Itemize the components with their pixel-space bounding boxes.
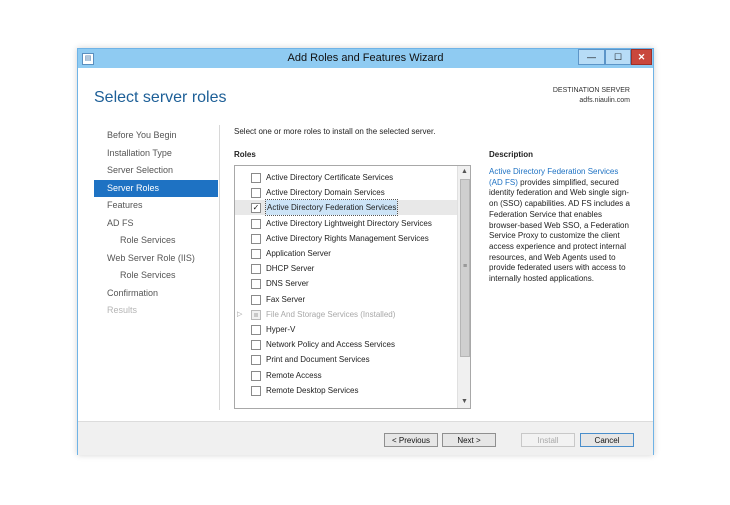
nav-item-before-you-begin[interactable]: Before You Begin xyxy=(94,127,218,145)
roles-list[interactable]: Active Directory Certificate Services Ac… xyxy=(234,165,471,409)
role-label: Remote Desktop Services xyxy=(266,385,359,395)
role-row[interactable]: Active Directory Rights Management Servi… xyxy=(235,231,457,246)
nav-item-features[interactable]: Features xyxy=(94,197,218,215)
role-checkbox[interactable] xyxy=(251,294,261,305)
footer-bar: < Previous Next > Install Cancel xyxy=(78,421,653,455)
scrollbar-thumb[interactable]: ≡ xyxy=(460,179,470,357)
role-row[interactable]: Active Directory Certificate Services xyxy=(235,170,457,185)
install-button: Install xyxy=(521,433,575,447)
nav-item-installation-type[interactable]: Installation Type xyxy=(94,145,218,163)
nav-divider xyxy=(219,125,220,410)
role-checkbox[interactable] xyxy=(251,385,261,396)
nav-item-iis-role-services[interactable]: Role Services xyxy=(94,267,218,285)
nav-item-server-selection[interactable]: Server Selection xyxy=(94,162,218,180)
role-row[interactable]: DHCP Server xyxy=(235,261,457,276)
role-checkbox-checked[interactable]: ✓ xyxy=(251,203,261,214)
role-checkbox[interactable] xyxy=(251,218,261,229)
role-label: Hyper-V xyxy=(266,325,296,334)
destination-server-label: DESTINATION SERVER xyxy=(552,87,630,94)
role-row[interactable]: Fax Server xyxy=(235,292,457,307)
role-row[interactable]: Application Server xyxy=(235,246,457,261)
cancel-button[interactable]: Cancel xyxy=(580,433,634,447)
role-checkbox[interactable] xyxy=(251,340,261,351)
nav-item-web-server-role[interactable]: Web Server Role (IIS) xyxy=(94,250,218,268)
role-label: Application Server xyxy=(266,249,331,258)
nav-item-results: Results xyxy=(107,305,138,315)
role-checkbox[interactable] xyxy=(251,370,261,381)
wizard-nav: Before You Begin Installation Type Serve… xyxy=(94,127,218,320)
minimize-button[interactable]: — xyxy=(578,49,605,65)
role-description: Active Directory Federation Services (AD… xyxy=(489,167,631,285)
role-checkbox[interactable] xyxy=(251,249,261,259)
role-checkbox[interactable] xyxy=(251,264,261,275)
scroll-down-arrow-icon[interactable]: ▼ xyxy=(459,396,470,408)
page-title: Select server roles xyxy=(94,89,227,106)
nav-item-ad-fs-role-services[interactable]: Role Services xyxy=(94,232,218,250)
role-label: Network Policy and Access Services xyxy=(266,340,395,350)
expand-arrow-icon[interactable]: ▷ xyxy=(237,307,242,322)
role-checkbox[interactable] xyxy=(251,188,261,199)
role-row[interactable]: Hyper-V xyxy=(235,322,457,337)
close-button[interactable]: ✕ xyxy=(631,49,652,65)
maximize-button[interactable]: ☐ xyxy=(605,49,631,65)
description-heading: Description xyxy=(489,150,534,159)
next-button[interactable]: Next > xyxy=(442,433,496,447)
nav-item-server-roles[interactable]: Server Roles xyxy=(94,179,218,197)
destination-server-name: adfs.niaulin.com xyxy=(579,97,630,104)
role-row[interactable]: DNS Server xyxy=(235,276,457,291)
nav-item-confirmation[interactable]: Confirmation xyxy=(94,285,218,303)
role-checkbox[interactable] xyxy=(251,233,261,244)
wizard-window: ▤ Add Roles and Features Wizard — ☐ ✕ Se… xyxy=(77,48,654,455)
role-label: File And Storage Services (Installed) xyxy=(266,309,396,319)
role-row[interactable]: Remote Access xyxy=(235,368,457,383)
role-row[interactable]: Remote Desktop Services xyxy=(235,383,457,398)
role-checkbox-partial xyxy=(251,309,261,320)
nav-item-ad-fs[interactable]: AD FS xyxy=(94,215,218,233)
scroll-up-arrow-icon[interactable]: ▲ xyxy=(459,166,470,178)
role-checkbox[interactable] xyxy=(251,355,261,366)
role-label: Fax Server xyxy=(266,294,306,304)
role-row[interactable]: ▷ File And Storage Services (Installed) xyxy=(235,307,457,322)
role-label: Active Directory Federation Services xyxy=(264,199,399,217)
role-row[interactable]: ✓ Active Directory Federation Services xyxy=(235,199,457,217)
roles-heading: Roles xyxy=(234,150,256,159)
window-title: Add Roles and Features Wizard xyxy=(287,52,444,64)
role-row[interactable]: Active Directory Lightweight Directory S… xyxy=(235,216,457,231)
roles-scrollbar[interactable]: ▲ ≡ ▼ xyxy=(457,166,470,408)
role-label: Active Directory Lightweight Directory S… xyxy=(266,218,432,228)
role-label: Remote Access xyxy=(266,370,322,380)
previous-button[interactable]: < Previous xyxy=(384,433,438,447)
role-label: DNS Server xyxy=(266,279,309,289)
role-label: DHCP Server xyxy=(266,264,315,274)
role-label: Active Directory Domain Services xyxy=(266,188,385,198)
role-row[interactable]: Active Directory Domain Services xyxy=(235,185,457,200)
role-checkbox[interactable] xyxy=(251,279,261,290)
role-checkbox[interactable] xyxy=(251,325,261,335)
role-label: Active Directory Rights Management Servi… xyxy=(266,233,429,243)
role-label: Print and Document Services xyxy=(266,355,370,365)
role-checkbox[interactable] xyxy=(251,173,261,183)
instruction-text: Select one or more roles to install on t… xyxy=(234,127,436,136)
role-row[interactable]: Network Policy and Access Services xyxy=(235,337,457,352)
title-bar[interactable]: ▤ Add Roles and Features Wizard — ☐ ✕ xyxy=(78,49,653,68)
description-text: provides simplified, secured identity fe… xyxy=(489,177,630,284)
role-label: Active Directory Certificate Services xyxy=(266,173,394,182)
scrollbar-grip-icon: ≡ xyxy=(462,263,468,270)
role-row[interactable]: Print and Document Services xyxy=(235,352,457,367)
